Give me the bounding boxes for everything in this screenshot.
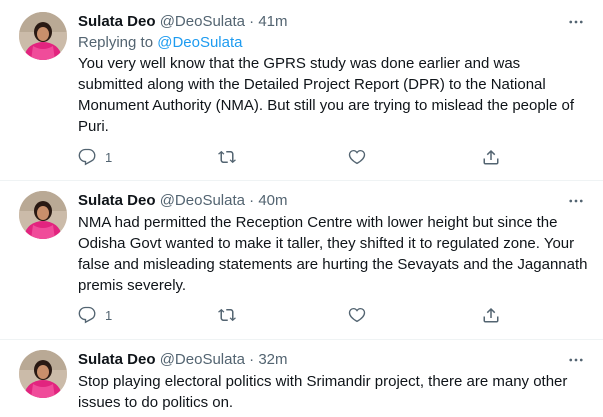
more-icon xyxy=(569,358,583,362)
avatar[interactable] xyxy=(19,191,67,239)
reply-icon xyxy=(78,148,96,166)
tweet[interactable]: Sulata Deo @DeoSulata · 40m NMA had perm… xyxy=(0,181,603,340)
avatar-image xyxy=(19,350,67,398)
replying-to: Replying to @DeoSulata xyxy=(78,33,589,52)
timestamp[interactable]: 32m xyxy=(258,351,287,368)
tweet-actions: 1 xyxy=(78,305,518,325)
reply-icon xyxy=(78,306,96,324)
tweet-text: You very well know that the GPRS study w… xyxy=(78,55,575,135)
more-options-button[interactable] xyxy=(567,191,589,211)
more-icon xyxy=(569,20,583,24)
share-button[interactable] xyxy=(482,305,500,325)
tweet-text: NMA had permitted the Reception Centre w… xyxy=(78,214,588,294)
tweet[interactable]: Sulata Deo @DeoSulata · 41m Replying to … xyxy=(0,0,603,181)
reply-button[interactable]: 1 xyxy=(78,305,112,325)
separator: · xyxy=(249,351,255,368)
tweet-header: Sulata Deo @DeoSulata · 32m xyxy=(78,350,589,370)
tweet-thread: Sulata Deo @DeoSulata · 41m Replying to … xyxy=(0,0,603,417)
share-icon xyxy=(483,149,499,165)
retweet-button[interactable] xyxy=(218,305,245,325)
share-button[interactable] xyxy=(482,147,500,167)
reply-count: 1 xyxy=(105,149,113,165)
reply-button[interactable]: 1 xyxy=(78,147,112,167)
author-handle[interactable]: @DeoSulata xyxy=(160,351,245,368)
avatar[interactable] xyxy=(19,350,67,398)
heart-icon xyxy=(348,307,366,323)
reply-count: 1 xyxy=(105,307,113,323)
timestamp[interactable]: 40m xyxy=(258,192,287,209)
retweet-icon xyxy=(218,150,236,164)
tweet-header: Sulata Deo @DeoSulata · 41m xyxy=(78,12,589,32)
retweet-button[interactable] xyxy=(218,147,245,167)
heart-icon xyxy=(348,149,366,165)
author-name[interactable]: Sulata Deo xyxy=(78,351,156,368)
avatar-image xyxy=(19,12,67,60)
tweet-header: Sulata Deo @DeoSulata · 40m xyxy=(78,191,589,211)
avatar[interactable] xyxy=(19,12,67,60)
tweet-actions: 1 xyxy=(78,147,518,167)
author-name[interactable]: Sulata Deo xyxy=(78,192,156,209)
avatar-image xyxy=(19,191,67,239)
retweet-icon xyxy=(218,308,236,322)
tweet-text: Stop playing electoral politics with Sri… xyxy=(78,373,568,411)
tweet[interactable]: Sulata Deo @DeoSulata · 32m Stop playing… xyxy=(0,340,603,417)
timestamp[interactable]: 41m xyxy=(258,13,287,30)
like-button[interactable] xyxy=(348,147,375,167)
more-options-button[interactable] xyxy=(567,12,589,32)
replying-to-link[interactable]: @DeoSulata xyxy=(157,34,242,51)
author-name[interactable]: Sulata Deo xyxy=(78,13,156,30)
separator: · xyxy=(249,13,255,30)
author-handle[interactable]: @DeoSulata xyxy=(160,192,245,209)
separator: · xyxy=(249,192,255,209)
share-icon xyxy=(483,307,499,323)
like-button[interactable] xyxy=(348,305,375,325)
more-icon xyxy=(569,199,583,203)
author-handle[interactable]: @DeoSulata xyxy=(160,13,245,30)
more-options-button[interactable] xyxy=(567,350,589,370)
replying-to-label: Replying to xyxy=(78,34,158,51)
